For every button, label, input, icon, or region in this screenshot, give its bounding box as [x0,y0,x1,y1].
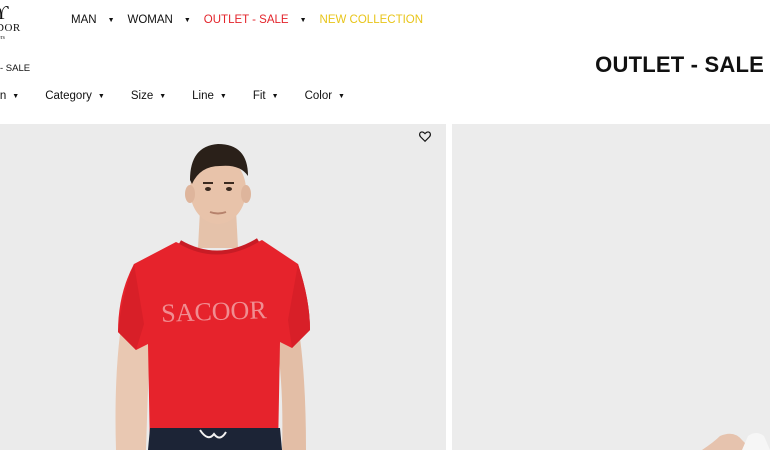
caret-down-icon: ▼ [219,92,227,100]
filter-label: Line [192,90,214,102]
filter-label: Fit [252,90,266,102]
nav-item-new-collection[interactable]: NEW COLLECTION [320,14,424,26]
product-card[interactable]: SACOOR [0,124,446,450]
caret-down-icon: ▼ [12,92,20,100]
nav-item-man[interactable]: MAN ▼ [71,14,128,26]
filter-line[interactable]: Line ▼ [192,90,253,102]
brand-logo[interactable]: ϒ DOR ers [0,2,30,42]
product-image [452,124,770,450]
logo-subtitle: ers [0,35,5,41]
filter-bar: ction ▼ Category ▼ Size ▼ Line ▼ Fit ▼ C… [0,90,371,102]
filter-category[interactable]: Category ▼ [45,90,131,102]
product-card[interactable] [452,124,770,450]
filter-label: Color [304,90,333,102]
caret-down-icon: ▼ [107,16,115,24]
filter-collection[interactable]: ction ▼ [0,90,45,102]
nav-item-label: OUTLET - SALE [203,14,289,26]
shirt-graphic-text: SACOOR [161,295,268,328]
nav-item-woman[interactable]: WOMAN ▼ [128,14,204,26]
main-navigation: MAN ▼ WOMAN ▼ OUTLET - SALE ▼ NEW COLLEC… [71,14,423,26]
filter-fit[interactable]: Fit ▼ [253,90,305,102]
nav-item-label: MAN [71,14,97,26]
caret-down-icon: ▼ [183,16,191,24]
logo-wordmark: DOR [0,22,21,34]
heart-icon[interactable] [418,129,432,143]
filter-label: Size [130,90,154,102]
caret-down-icon: ▼ [159,92,167,100]
filter-label: ction [0,90,7,102]
nav-item-label: NEW COLLECTION [319,14,424,26]
filter-label: Category [45,90,92,102]
breadcrumb[interactable]: - SALE [0,63,30,74]
page-title: OUTLET - SALE [595,52,764,77]
caret-down-icon: ▼ [271,92,279,100]
caret-down-icon: ▼ [299,16,307,24]
product-image: SACOOR [0,124,446,450]
logo-mark-icon: ϒ [0,2,9,24]
caret-down-icon: ▼ [338,92,345,100]
filter-color[interactable]: Color ▼ [305,90,371,102]
filter-size[interactable]: Size ▼ [131,90,192,102]
nav-item-outlet-sale[interactable]: OUTLET - SALE ▼ [204,14,320,26]
caret-down-icon: ▼ [97,92,105,100]
nav-item-label: WOMAN [127,14,173,26]
